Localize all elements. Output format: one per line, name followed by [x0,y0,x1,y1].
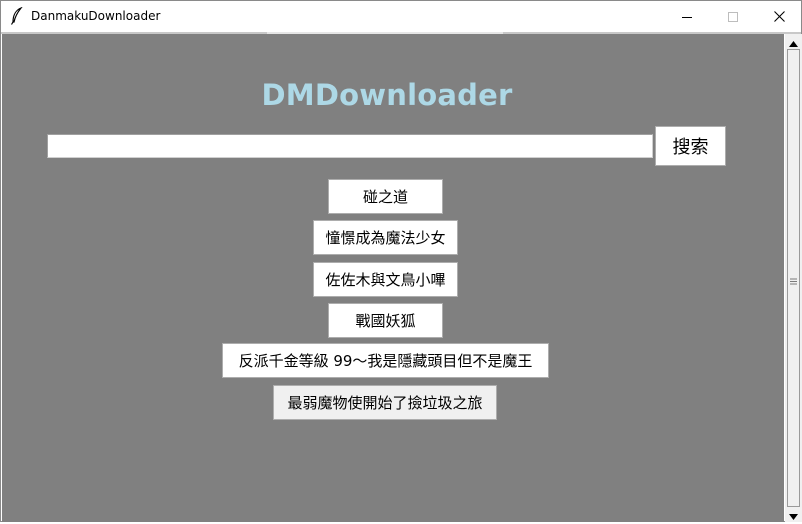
title-bar: DanmakuDownloader [1,1,801,32]
close-icon [773,11,785,22]
scroll-up-button[interactable] [785,34,802,49]
search-input[interactable] [47,134,653,158]
result-button[interactable]: 碰之道 [328,179,443,214]
app-window: DanmakuDownloader DMDownloader 搜索 碰之道 憧憬… [0,0,802,522]
arrow-down-icon [789,505,798,524]
result-button[interactable]: 最弱魔物使開始了撿垃圾之旅 [273,385,497,420]
result-button[interactable]: 反派千金等級 99～我是隱藏頭目但不是魔王 [222,343,549,378]
result-button[interactable]: 戰國妖狐 [328,303,443,338]
maximize-icon [728,11,738,22]
app-heading: DMDownloader [261,78,513,112]
search-button[interactable]: 搜索 [655,126,726,166]
minimize-button[interactable] [664,1,710,32]
result-button[interactable]: 憧憬成為魔法少女 [313,220,458,255]
maximize-button[interactable] [710,1,756,32]
vertical-scrollbar[interactable] [785,34,802,522]
grip-icon [790,270,797,285]
scroll-down-button[interactable] [785,507,802,522]
minimize-icon [682,12,692,22]
scroll-thumb[interactable] [787,49,800,507]
result-button[interactable]: 佐佐木與文鳥小嗶 [313,262,458,297]
feather-icon [10,6,24,25]
window-title: DanmakuDownloader [31,9,161,23]
main-canvas: DMDownloader 搜索 碰之道 憧憬成為魔法少女 佐佐木與文鳥小嗶 戰國… [2,34,784,522]
close-button[interactable] [756,1,802,32]
